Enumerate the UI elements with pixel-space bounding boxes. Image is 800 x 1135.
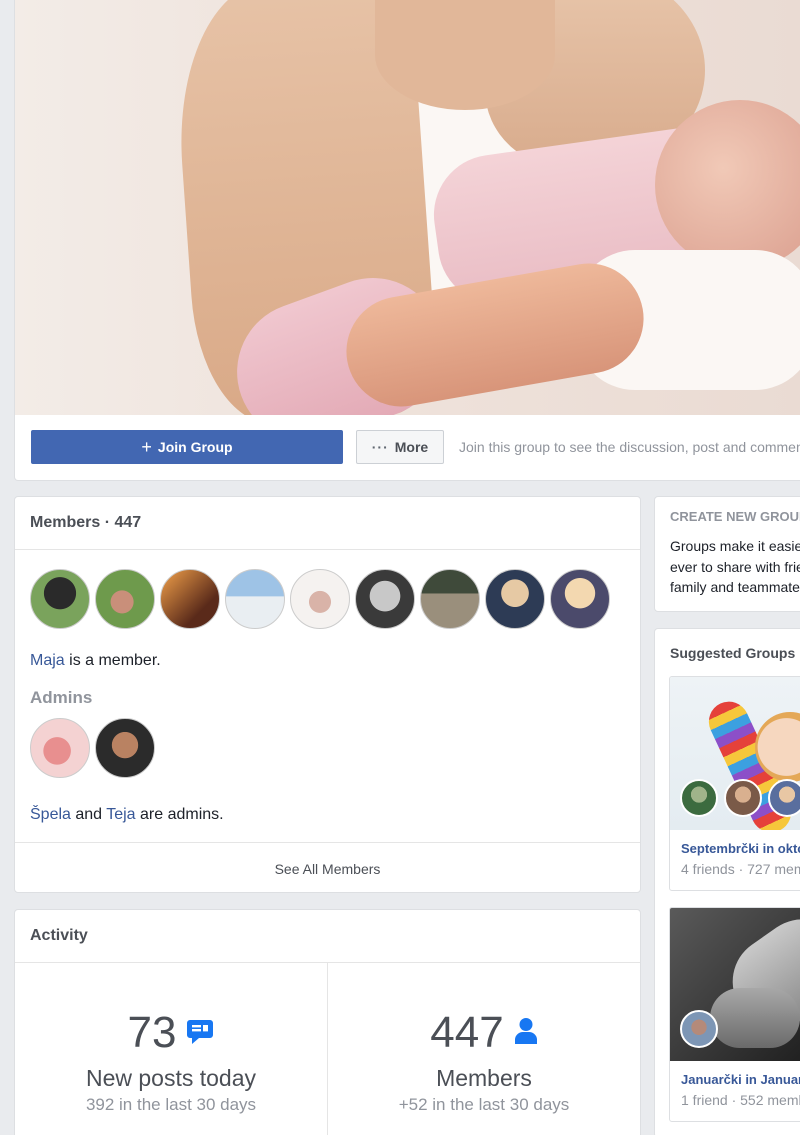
avatar[interactable] — [95, 718, 155, 778]
activity-header: Activity — [15, 910, 640, 963]
suggested-group-name[interactable]: Septembrčki in oktobrčki — [681, 841, 800, 856]
activity-members: 447 Members +52 in the last 30 days — [327, 963, 640, 1135]
friend-avatar — [768, 779, 800, 817]
member-avatar-row — [30, 569, 610, 629]
friend-avatar — [680, 779, 718, 817]
plus-icon: + — [141, 437, 152, 457]
avatar[interactable] — [355, 569, 415, 629]
avatar[interactable] — [160, 569, 220, 629]
members-sub: +52 in the last 30 days — [398, 1095, 570, 1114]
create-line: ever to share with friends, — [670, 558, 800, 575]
more-label: More — [394, 439, 429, 455]
avatar[interactable] — [420, 569, 480, 629]
cover-actions: + Join Group ··· More Join this group to… — [15, 415, 800, 480]
avatar[interactable] — [30, 718, 90, 778]
suggested-group-photo[interactable] — [670, 677, 800, 830]
suggested-groups-title: Suggested Groups — [670, 645, 796, 661]
join-group-button[interactable]: + Join Group — [31, 430, 343, 464]
suggested-group-meta: 1 friend · 552 members — [681, 1092, 800, 1108]
admin-note-suffix: are admins. — [135, 806, 224, 823]
more-dots-icon: ··· — [371, 439, 389, 455]
members-count: 447 — [430, 1008, 504, 1057]
activity-posts: 73 New posts today 392 in the last 30 da… — [15, 963, 327, 1135]
join-hint-text: Join this group to see the discussion, p… — [459, 439, 800, 455]
member-note-suffix: is a member. — [64, 652, 161, 669]
posts-sub: 392 in the last 30 days — [85, 1095, 257, 1114]
create-groups-title[interactable]: CREATE NEW GROUPS — [670, 509, 800, 524]
activity-card: Activity 73 New posts today 392 in the l… — [14, 909, 641, 1135]
create-groups-text: Groups make it easier than ever to share… — [670, 536, 800, 598]
friend-avatar — [680, 1010, 718, 1048]
create-line: family and teammates. — [670, 579, 800, 595]
admin-link[interactable]: Špela — [30, 806, 71, 823]
admins-label: Admins — [30, 688, 93, 707]
admin-note-and: and — [70, 806, 107, 823]
cover-photo[interactable] — [15, 0, 800, 415]
group-cover-card: + Join Group ··· More Join this group to… — [14, 0, 800, 481]
member-note: Maja is a member. — [30, 652, 161, 670]
avatar[interactable] — [30, 569, 90, 629]
activity-stats: 73 New posts today 392 in the last 30 da… — [15, 963, 640, 1135]
suggested-group-name[interactable]: Januarčki in Januarke — [681, 1072, 800, 1087]
members-header[interactable]: Members · 447 — [15, 497, 640, 550]
posts-label: New posts today — [85, 1065, 257, 1091]
avatar[interactable] — [290, 569, 350, 629]
admin-link[interactable]: Teja — [106, 806, 135, 823]
posts-count: 73 — [127, 1008, 177, 1057]
suggested-group-meta: 4 friends · 727 members — [681, 861, 800, 877]
friend-avatar — [724, 779, 762, 817]
more-button[interactable]: ··· More — [356, 430, 444, 464]
suggested-group-item[interactable]: Januarčki in Januarke 1 friend · 552 mem… — [669, 907, 800, 1122]
members-label: Members — [436, 1065, 532, 1091]
suggested-group-item[interactable]: Septembrčki in oktobrčki 4 friends · 727… — [669, 676, 800, 891]
join-group-label: Join Group — [157, 439, 233, 455]
admin-avatar-row — [30, 718, 155, 778]
person-icon — [514, 1017, 538, 1050]
avatar[interactable] — [485, 569, 545, 629]
suggested-group-photo[interactable] — [670, 908, 800, 1061]
create-groups-card: CREATE NEW GROUPS Groups make it easier … — [654, 496, 800, 612]
suggested-groups-card: Suggested Groups Septembrčki in oktobrčk… — [654, 628, 800, 1135]
avatar[interactable] — [95, 569, 155, 629]
see-all-members-link[interactable]: See All Members — [15, 842, 640, 894]
avatar[interactable] — [550, 569, 610, 629]
avatar[interactable] — [225, 569, 285, 629]
admin-note: Špela and Teja are admins. — [30, 806, 224, 824]
comment-icon — [186, 1017, 214, 1050]
member-link[interactable]: Maja — [30, 652, 65, 669]
create-line: Groups make it easier than — [670, 538, 800, 554]
members-card: Members · 447 Maja is a member. Admins Š… — [14, 496, 641, 893]
